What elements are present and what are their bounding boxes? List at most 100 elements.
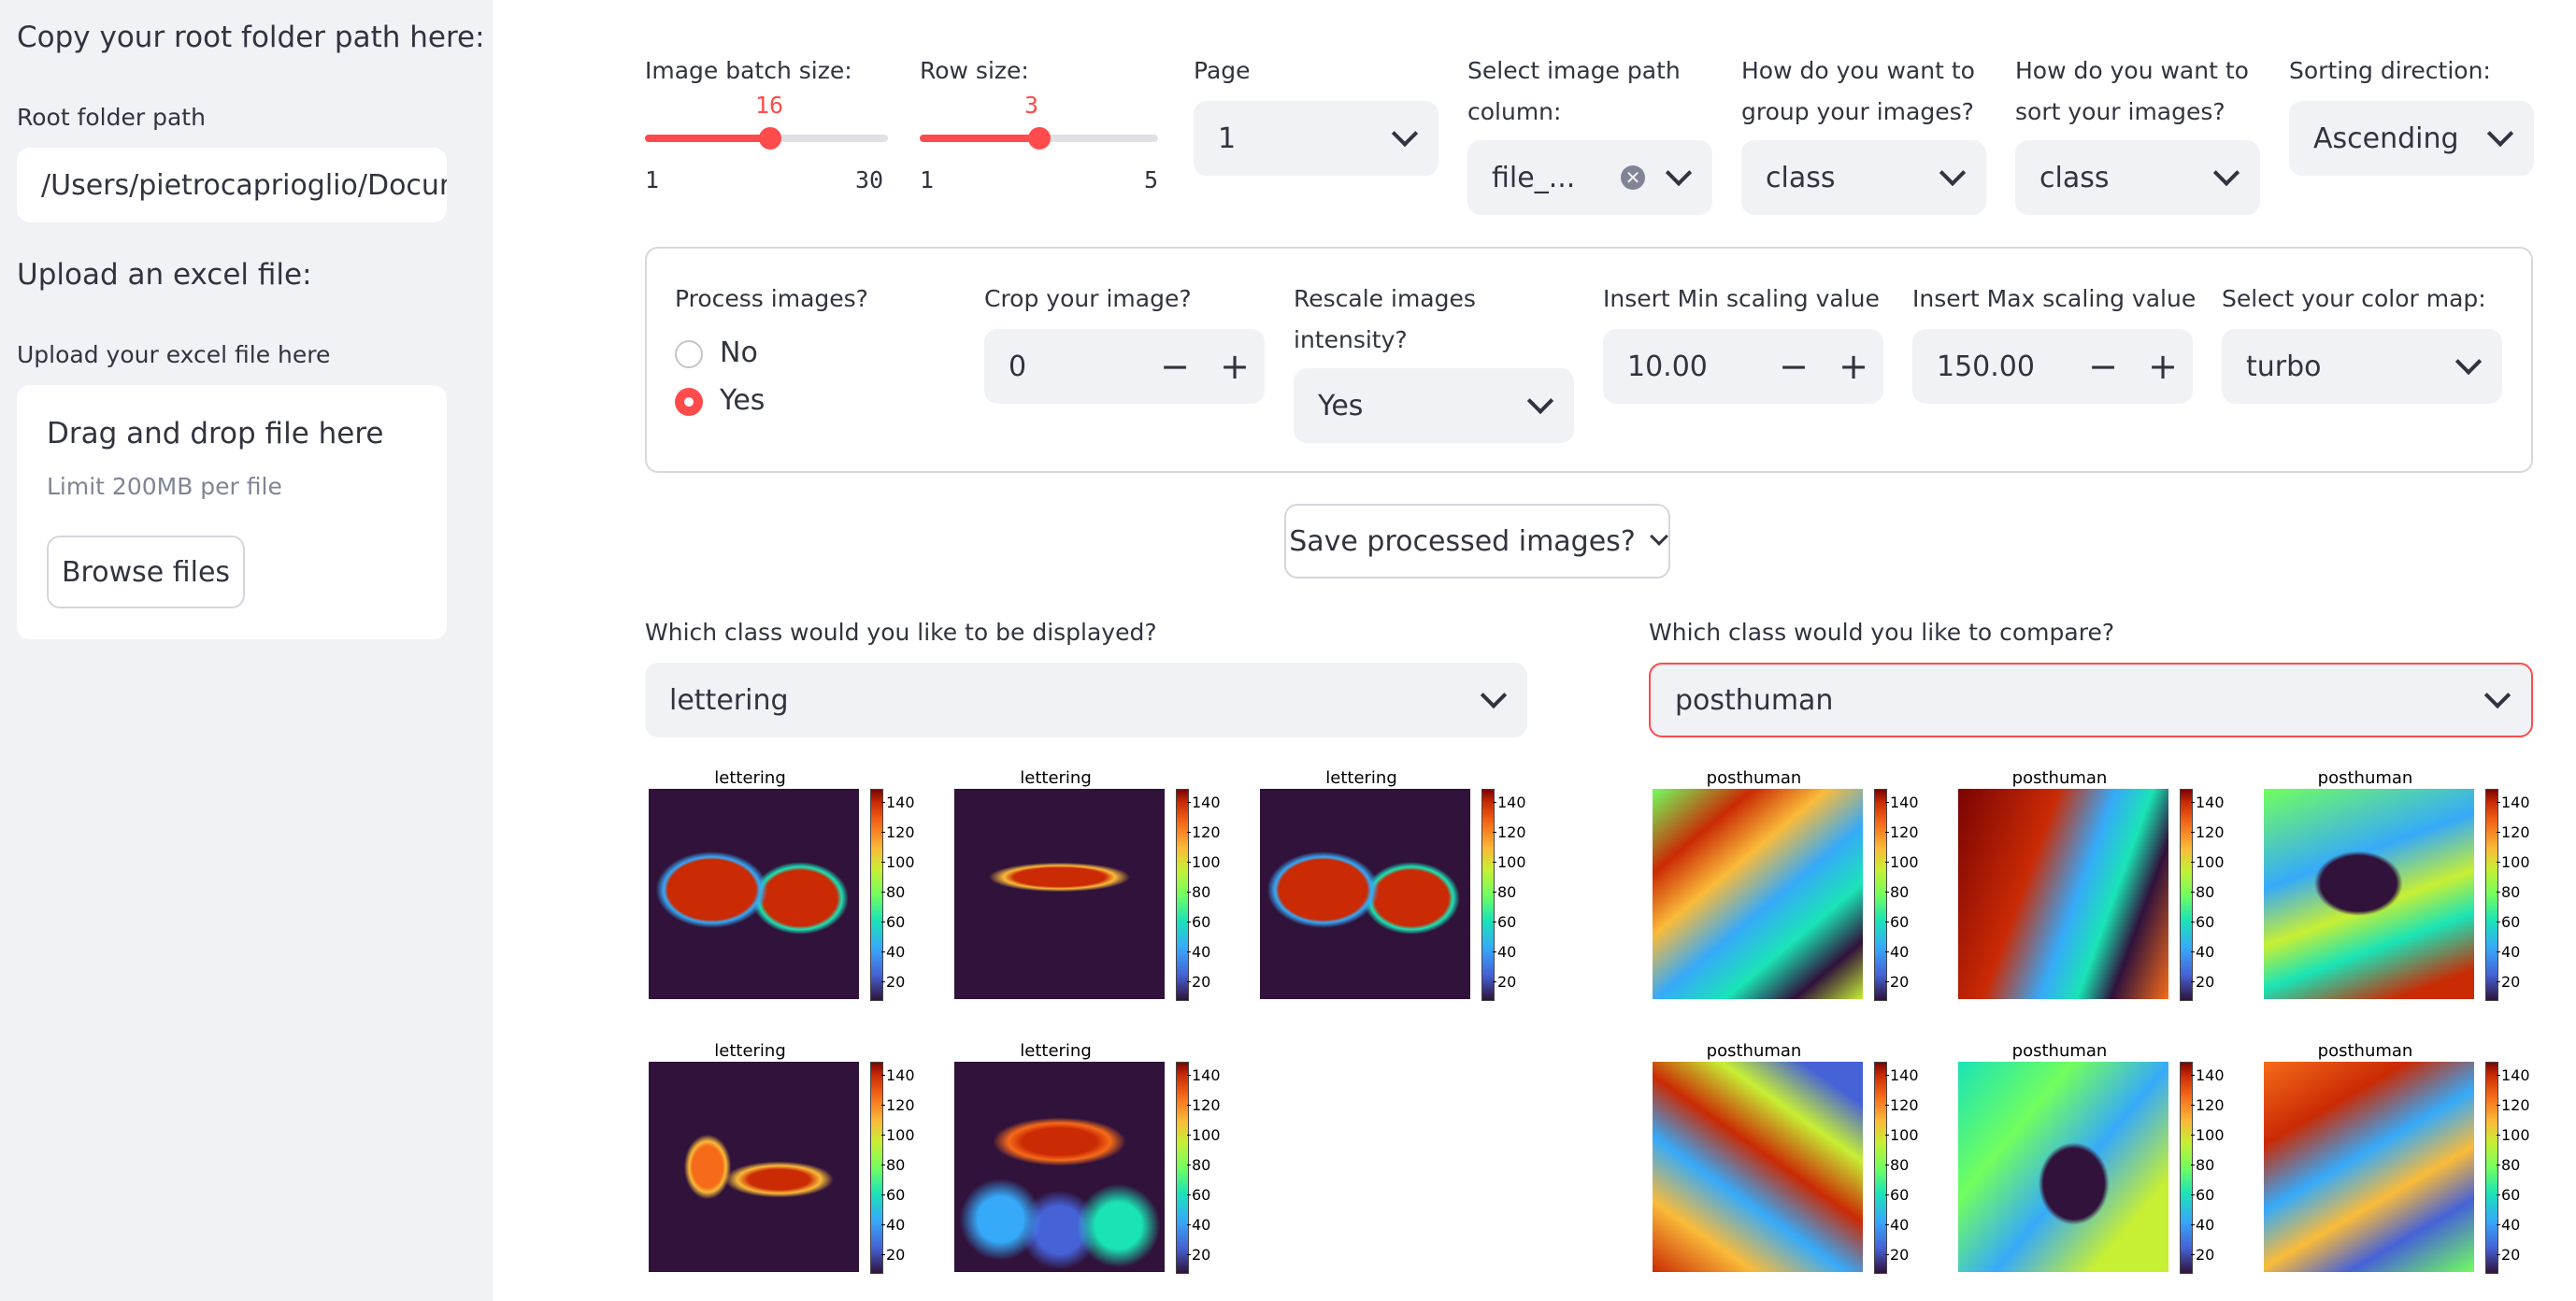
colorbar-ticks: 140 120 100 80 60 40 20 [2190, 789, 2233, 999]
colorbar [2485, 1062, 2498, 1274]
radio-no[interactable] [675, 340, 703, 368]
heatmap-image [2264, 1062, 2474, 1272]
colorbar-tick-label: 140 [881, 1066, 915, 1084]
heatmap-image [1958, 789, 2168, 999]
colorbar-tick-label: 20 [2190, 973, 2215, 991]
colorbar-tick-label: 120 [2497, 823, 2530, 841]
colorbar-tick-label: 20 [1186, 1246, 1211, 1264]
heatmap-image [954, 1062, 1165, 1272]
colorbar-tick-label: 40 [1884, 1216, 1910, 1234]
heatmap-image [1653, 789, 1863, 999]
colorbar-ticks: 140 120 100 80 60 40 20 [1492, 789, 1535, 999]
crop-increment-button[interactable]: + [1205, 329, 1265, 404]
colorbar-ticks: 140 120 100 80 60 40 20 [1884, 789, 1927, 999]
colorbar-tick-label: 140 [2497, 1066, 2530, 1084]
sort-by-select[interactable]: class [2015, 140, 2260, 215]
max-scale-increment-button[interactable]: + [2133, 329, 2193, 404]
path-column-label: Select image path column: [1467, 57, 1681, 125]
page-select[interactable]: 1 [1194, 101, 1438, 176]
colorbar-tick-label: 140 [1885, 793, 1919, 811]
colorbar-tick-label: 40 [1492, 943, 1517, 961]
colorbar-tick-label: 20 [2190, 1246, 2215, 1264]
colorbar [1874, 789, 1887, 1001]
plot-title: posthuman [2317, 1041, 2413, 1061]
colorbar-tick-label: 80 [880, 1156, 906, 1174]
image-plot: lettering 140 120 100 80 60 40 20 [951, 1041, 1221, 1289]
compare-class-select[interactable]: posthuman [1649, 663, 2533, 737]
rescale-select[interactable]: Yes [1294, 368, 1574, 443]
row-size-label: Row size: [920, 57, 1029, 84]
radio-no-label: No [720, 336, 758, 369]
batch-size-label: Image batch size: [645, 57, 852, 84]
plot-title: lettering [714, 1041, 786, 1061]
clear-icon[interactable]: ✕ [1621, 165, 1645, 190]
colorbar-ticks: 140 120 100 80 60 40 20 [880, 789, 923, 999]
colorbar-tick-label: 80 [1186, 1156, 1211, 1174]
colorbar-tick-label: 20 [1492, 973, 1517, 991]
min-scale-increment-button[interactable]: + [1824, 329, 1883, 404]
root-folder-input[interactable]: /Users/pietrocaprioglio/Documents [17, 148, 447, 222]
min-scale-decrement-button[interactable]: − [1764, 329, 1824, 404]
colorbar-tick-label: 140 [1885, 1066, 1919, 1084]
colorbar-tick-label: 80 [2496, 883, 2521, 901]
sort-by-label: How do you want to sort your images? [2015, 57, 2249, 125]
colorbar-tick-label: 100 [2497, 853, 2530, 871]
sort-direction-label: Sorting direction: [2289, 57, 2491, 84]
group-by-value: class [1766, 161, 1836, 194]
colorbar [1176, 1062, 1189, 1274]
colorbar [1874, 1062, 1887, 1274]
page-value: 1 [1218, 122, 1237, 155]
max-scale-decrement-button[interactable]: − [2073, 329, 2133, 404]
colorbar-ticks: 140 120 100 80 60 40 20 [2496, 1062, 2539, 1272]
radio-yes[interactable] [675, 388, 703, 416]
row-size-thumb[interactable] [1028, 127, 1051, 150]
heatmap-image [1653, 1062, 1863, 1272]
min-scale-input[interactable]: 10.00 − + [1603, 329, 1883, 404]
display-class-select[interactable]: lettering [645, 663, 1527, 737]
colorbar-tick-label: 20 [880, 1246, 906, 1264]
colorbar-tick-label: 100 [881, 1126, 915, 1144]
colorbar-tick-label: 60 [880, 1186, 906, 1204]
batch-size-thumb[interactable] [759, 127, 781, 150]
colorbar-tick-label: 100 [1187, 1126, 1221, 1144]
plot-title: posthuman [1706, 1041, 1802, 1061]
compare-class-image-grid: posthuman 140 120 100 80 60 40 20 posthuman 140 12… [1649, 768, 2546, 1292]
compare-class-value: posthuman [1675, 683, 1834, 717]
sort-direction-select[interactable]: Ascending [2289, 101, 2534, 176]
colorbar-tick-label: 80 [880, 883, 906, 901]
save-processed-images-button[interactable]: Save processed images? [1284, 504, 1670, 579]
colorbar-tick-label: 20 [2496, 1246, 2521, 1264]
colorbar-tick-label: 80 [2190, 1156, 2215, 1174]
group-by-select[interactable]: class [1741, 140, 1986, 215]
crop-decrement-button[interactable]: − [1145, 329, 1205, 404]
browse-files-button[interactable]: Browse files [47, 536, 245, 608]
display-class-value: lettering [669, 683, 789, 717]
chevron-down-icon [1480, 681, 1508, 709]
path-column-select[interactable]: file_... ✕ [1467, 140, 1712, 215]
min-scale-value: 10.00 [1627, 350, 1708, 383]
colorbar-tick-label: 60 [1884, 913, 1910, 931]
max-scale-value: 150.00 [1937, 350, 2035, 383]
crop-input[interactable]: 0 − + [984, 329, 1265, 404]
dropzone-title: Drag and drop file here [47, 417, 384, 450]
heatmap-image [649, 1062, 859, 1272]
process-images-label: Process images? [675, 285, 868, 312]
chevron-down-icon [1391, 120, 1419, 148]
file-dropzone[interactable]: Drag and drop file here Limit 200MB per … [17, 385, 447, 639]
colorbar-ticks: 140 120 100 80 60 40 20 [2496, 789, 2539, 999]
row-size-fill [920, 135, 1039, 142]
colorbar-tick-label: 60 [1186, 913, 1211, 931]
rescale-label: Rescale images intensity? [1294, 285, 1476, 353]
max-scale-input[interactable]: 150.00 − + [1912, 329, 2193, 404]
image-plot: posthuman 140 120 100 80 60 40 20 [1954, 1041, 2225, 1289]
colormap-label: Select your color map: [2222, 285, 2486, 312]
heatmap-image [1260, 789, 1470, 999]
colorbar-tick-label: 40 [2496, 943, 2521, 961]
heatmap-image [2264, 789, 2474, 999]
colorbar-tick-label: 120 [2497, 1096, 2530, 1114]
display-class-label: Which class would you like to be display… [645, 619, 1157, 646]
colormap-select[interactable]: turbo [2222, 329, 2502, 404]
image-plot: posthuman 140 120 100 80 60 40 20 [1649, 1041, 1919, 1289]
batch-size-min: 1 [645, 166, 660, 193]
image-plot: posthuman 140 120 100 80 60 40 20 [1649, 768, 1919, 1016]
